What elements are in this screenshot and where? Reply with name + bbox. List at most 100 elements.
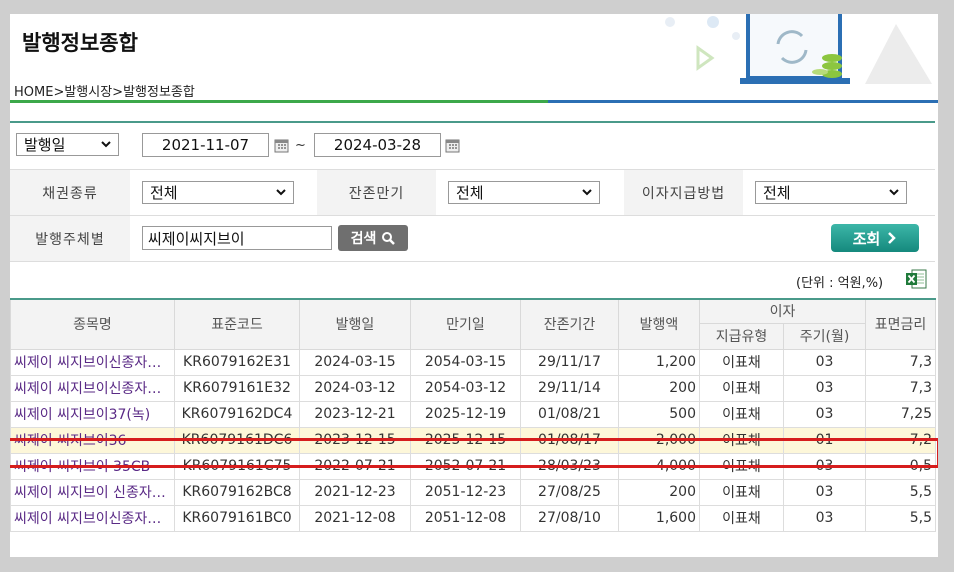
maturity-date: 2051-12-23 (410, 478, 521, 506)
pay-type: 이표채 (699, 400, 784, 428)
issuer-label: 발행주체별 (10, 216, 130, 261)
table-row[interactable]: 씨제이 씨지브이37(녹) KR6079162DC4 2023-12-21 20… (10, 400, 937, 428)
date-type-value: 발행일 (24, 136, 66, 154)
cycle-months: 03 (782, 400, 867, 428)
maturity-date: 2054-03-15 (410, 348, 521, 376)
search-filter-box: 발행일 2021-11-07 ~ 2024-03-28 채권종류 전체 잔존만기… (10, 121, 935, 262)
remaining-period: 27/08/25 (520, 478, 619, 506)
bond-name-link[interactable]: 씨제이 씨지브이신종자본증권 (10, 504, 175, 532)
coupon-rate: 5,5 (865, 504, 937, 532)
content-panel: 발행정보종합 HOME>발행시장>발행정보종합 발행일 2021-11-07 ~… (10, 14, 938, 557)
col-header-name: 종목명 (10, 298, 175, 350)
calendar-icon[interactable] (274, 138, 289, 153)
table-row[interactable]: 씨제이 씨지브이신종자본증권 KR6079161E32 2024-03-12 2… (10, 374, 937, 402)
header-illustration (665, 14, 932, 84)
col-header-cycle: 주기(월) (782, 322, 867, 350)
pay-type: 이표채 (699, 478, 784, 506)
coupon-rate: 7,25 (865, 400, 937, 428)
cycle-months: 03 (782, 504, 867, 532)
search-button-label: 검색 (350, 231, 377, 247)
bond-name-link[interactable]: 씨제이 씨지브이37(녹) (10, 400, 175, 428)
remaining-period: 29/11/14 (520, 374, 619, 402)
query-button[interactable]: 조회 (831, 224, 919, 252)
breadcrumb: HOME>발행시장>발행정보종합 (14, 85, 195, 100)
interest-method-value: 전체 (763, 184, 791, 202)
issuer-input[interactable]: 씨제이씨지브이 (142, 226, 332, 250)
bond-name-link[interactable]: 씨제이 씨지브이신종자본증권 (10, 374, 175, 402)
cycle-months: 03 (782, 348, 867, 376)
chevron-down-icon (101, 141, 111, 148)
col-header-issue-date: 발행일 (299, 298, 411, 350)
cycle-months: 03 (782, 374, 867, 402)
standard-code: KR6079161E32 (174, 374, 300, 402)
query-button-label: 조회 (852, 229, 881, 248)
unit-label: (단위 : 억원,%) (796, 276, 884, 291)
chevron-down-icon (276, 189, 286, 196)
issue-amount: 1,600 (618, 504, 700, 532)
table-row[interactable]: 씨제이 씨지브이신종자본증권 KR6079162E31 2024-03-15 2… (10, 348, 937, 376)
pay-type: 이표채 (699, 374, 784, 402)
date-filter-row: 발행일 2021-11-07 ~ 2024-03-28 (10, 123, 935, 170)
interest-method-select[interactable]: 전체 (755, 181, 907, 204)
type-filter-row: 채권종류 전체 잔존만기 전체 이자지급방법 전체 (10, 170, 935, 216)
col-header-amount: 발행액 (618, 298, 700, 350)
issue-amount: 500 (618, 400, 700, 428)
col-header-interest: 이자 (698, 298, 867, 324)
date-type-select[interactable]: 발행일 (16, 133, 119, 156)
search-button[interactable]: 검색 (338, 225, 408, 251)
date-range-separator: ~ (295, 138, 306, 153)
issuer-filter-row: 발행주체별 씨제이씨지브이 검색 조회 (10, 216, 935, 262)
pay-type: 이표채 (699, 504, 784, 532)
start-date-input[interactable]: 2021-11-07 (142, 133, 269, 157)
excel-download-icon[interactable] (906, 268, 927, 290)
issue-date: 2023-12-21 (299, 400, 411, 428)
issue-amount: 1,200 (618, 348, 700, 376)
remaining-maturity-value: 전체 (456, 184, 484, 202)
standard-code: KR6079162BC8 (174, 478, 300, 506)
col-header-pay-type: 지급유형 (699, 322, 784, 350)
coupon-rate: 7,3 (865, 374, 937, 402)
col-header-coupon: 표면금리 (865, 298, 937, 350)
maturity-date: 2025-12-19 (410, 400, 521, 428)
remaining-maturity-label: 잔존만기 (317, 170, 436, 215)
table-row[interactable]: 씨제이 씨지브이신종자본증권 KR6079161BC0 2021-12-08 2… (10, 504, 937, 532)
page-title: 발행정보종합 (22, 31, 138, 55)
issue-amount: 200 (618, 478, 700, 506)
bond-type-select[interactable]: 전체 (142, 181, 294, 204)
chevron-down-icon (889, 189, 899, 196)
bond-name-link[interactable]: 씨제이 씨지브이 신종자본증권 (10, 478, 175, 506)
chevron-down-icon (582, 189, 592, 196)
issue-date: 2021-12-23 (299, 478, 411, 506)
standard-code: KR6079161BC0 (174, 504, 300, 532)
remaining-period: 29/11/17 (520, 348, 619, 376)
coupon-rate: 5,5 (865, 478, 937, 506)
standard-code: KR6079162E31 (174, 348, 300, 376)
cycle-months: 03 (782, 478, 867, 506)
chevron-right-icon (888, 232, 897, 244)
remaining-period: 27/08/10 (520, 504, 619, 532)
issue-amount: 200 (618, 374, 700, 402)
header-divider-green (10, 100, 548, 103)
pay-type: 이표채 (699, 348, 784, 376)
col-header-code: 표준코드 (174, 298, 300, 350)
remaining-period: 01/08/21 (520, 400, 619, 428)
table-row[interactable]: 씨제이 씨지브이 신종자본증권 KR6079162BC8 2021-12-23 … (10, 478, 937, 506)
search-icon (382, 232, 396, 245)
col-header-maturity: 만기일 (410, 298, 521, 350)
highlight-annotation-box (10, 438, 938, 468)
end-date-input[interactable]: 2024-03-28 (314, 133, 441, 157)
bond-type-label: 채권종류 (10, 170, 130, 215)
header-divider-blue (548, 100, 938, 103)
issue-date: 2024-03-12 (299, 374, 411, 402)
bond-type-value: 전체 (150, 184, 178, 202)
issuance-table: 종목명 표준코드 발행일 만기일 잔존기간 발행액 이자 표면금리 지급유형 주… (10, 298, 937, 532)
interest-method-label: 이자지급방법 (624, 170, 743, 215)
remaining-maturity-select[interactable]: 전체 (448, 181, 600, 204)
maturity-date: 2054-03-12 (410, 374, 521, 402)
coupon-rate: 7,3 (865, 348, 937, 376)
col-header-remaining: 잔존기간 (520, 298, 619, 350)
bond-name-link[interactable]: 씨제이 씨지브이신종자본증권 (10, 348, 175, 376)
calendar-icon[interactable] (445, 138, 460, 153)
standard-code: KR6079162DC4 (174, 400, 300, 428)
issue-date: 2024-03-15 (299, 348, 411, 376)
